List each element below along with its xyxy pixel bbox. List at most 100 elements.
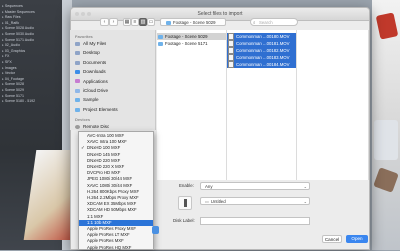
folder-icon [75,98,80,103]
file-row[interactable]: Commonman ...00184.MOV [227,61,296,68]
background-tree-row: ▸Sequences [2,4,23,8]
downloads-icon [75,69,80,74]
file-row[interactable]: Commonman ...00182.MOV [227,47,296,54]
disclosure-triangle-icon: ▸ [2,82,4,87]
disclosure-triangle-icon: ▸ [2,15,4,20]
file-row[interactable]: Commonman ...00180.MOV [227,33,296,40]
sidebar-item-icloud-drive[interactable]: iCloud Drive [75,87,108,94]
movie-file-icon [228,40,234,47]
sidebar-item-sample[interactable]: Sample [75,96,99,103]
file-row[interactable]: Commonman ...00183.MOV [227,54,296,61]
columns-icon: ▥ [140,19,146,25]
disclosure-triangle-icon: ▸ [2,48,4,53]
popup-stepper-icon[interactable] [152,226,159,234]
disclosure-triangle-icon: ▸ [2,65,4,70]
sidebar-item-desktop[interactable]: Desktop [75,49,100,56]
background-light-shape [374,120,398,160]
destination-popup[interactable]: ▭ Untitled ⌄ [200,197,310,205]
file-row[interactable]: Commonman ...00181.MOV [227,40,296,47]
cancel-button[interactable]: Cancel [322,235,342,243]
background-brown-shape [373,167,399,193]
disk-label-label: Disk Label: [173,218,195,223]
background-tree-row: ▸Scene 5180 - 5192 [2,99,36,104]
chevron-left-icon: ‹ [103,19,106,25]
list-view-button[interactable]: ≡ [131,18,139,26]
disclosure-triangle-icon: ▸ [2,60,4,64]
applications-icon [75,79,80,84]
folder-row[interactable]: Footage - Scene 5171 [157,40,226,47]
sidebar-item-remote-disc[interactable]: Remote Disc [75,123,109,130]
devices-header: Devices [75,117,91,122]
disclosure-triangle-icon: ▸ [2,37,4,42]
sidebar-item-project-elements[interactable]: Project Elements [75,106,118,113]
folder-icon [158,41,163,46]
enable-popup[interactable]: Any ⌄ [200,182,310,190]
disk-icon: ▭ [205,199,209,204]
background-tree-row: ▸Scene 5028 [2,82,24,87]
usb-drive-icon [178,196,192,210]
sidebar-item-downloads[interactable]: Downloads [75,68,106,75]
disclosure-triangle-icon: ▸ [2,9,4,14]
disk-label-input[interactable] [200,217,310,225]
background-tree-row: ▸03_Graphics [2,48,26,53]
background-tree-row: ▸01_Rafik [2,20,19,25]
disclosure-triangle-icon: ▸ [2,32,4,36]
enable-label: Enable: [179,183,194,188]
sidebar-item-all-my-files[interactable]: All My Files [75,40,106,47]
folder-icon [166,20,171,25]
grid-icon: ▦ [124,19,130,25]
disclosure-triangle-icon: ▸ [2,20,4,25]
documents-icon [75,60,80,65]
background-tree-row: ▸02_Audio [2,43,20,48]
movie-file-icon [228,54,234,61]
disclosure-triangle-icon: ▸ [2,43,4,48]
folder-icon [75,107,80,112]
sidebar-item-applications[interactable]: Applications [75,78,108,85]
background-tree-row: ▸FX [2,54,10,59]
background-red-shape [375,12,399,40]
background-tree-row: ▸Vector [2,71,16,76]
disclosure-triangle-icon: ▸ [2,99,4,104]
icon-view-button[interactable]: ▦ [123,18,131,26]
background-tree-row: ▸SFX [2,60,12,64]
dialog-title: Select files to import [197,11,243,17]
disclosure-triangle-icon: ▸ [2,71,4,76]
icloud-icon [75,88,80,93]
folder-icon [158,34,163,39]
browser-column-3 [297,30,369,180]
background-tree-row: ▸Scene 5171 [2,93,24,98]
browser-column-1: Footage - Scene 5029 Footage - Scene 5171 [157,30,227,180]
background-tree-row: ▸Raw Files [2,15,21,20]
path-popup[interactable]: Footage - Scene 5029 [160,18,226,26]
background-tree-row: ▸Scene 5030 Audio [2,32,34,36]
open-button[interactable]: Open [346,235,368,243]
background-tree-row: ▸Images [2,65,17,70]
browser-column-2: Commonman ...00180.MOV Commonman ...00181… [227,30,297,180]
search-icon: ⌕ [253,20,256,25]
background-tree-row: ▸Scene 5029 [2,88,24,92]
background-tree-row: ▸Scene 5028 Audio [2,26,34,31]
forward-button[interactable]: › [109,18,118,26]
back-button[interactable]: ‹ [100,18,109,26]
disclosure-triangle-icon: ▸ [2,93,4,98]
movie-file-icon [228,61,234,68]
background-tree-row: ▸Scene 5171 Audio [2,37,34,42]
background-tree-row: ▸Master Sequences [2,9,35,14]
list-icon: ≡ [133,19,137,25]
folder-row[interactable]: Footage - Scene 5029 [157,33,226,40]
sidebar-item-documents[interactable]: Documents [75,59,106,66]
format-menu-item[interactable]: Apple ProRes HQ MXF [79,245,153,251]
column-view-button[interactable]: ▥ [139,18,147,26]
search-field[interactable]: ⌕ Search [250,18,298,26]
background-right-panel [372,0,400,250]
favorites-header: Favorites [75,34,93,39]
chevron-right-icon: › [112,19,115,25]
usb-connector-icon [184,199,187,207]
all-files-icon [75,41,80,46]
background-tree-row: ▸04_Footage [2,76,24,81]
cover-flow-button[interactable]: ▭ [147,18,155,26]
chevron-down-icon: ⌄ [303,199,307,204]
chevron-down-icon: ⌄ [303,184,307,189]
desktop-icon [75,51,80,56]
disclosure-triangle-icon: ▸ [2,26,4,31]
